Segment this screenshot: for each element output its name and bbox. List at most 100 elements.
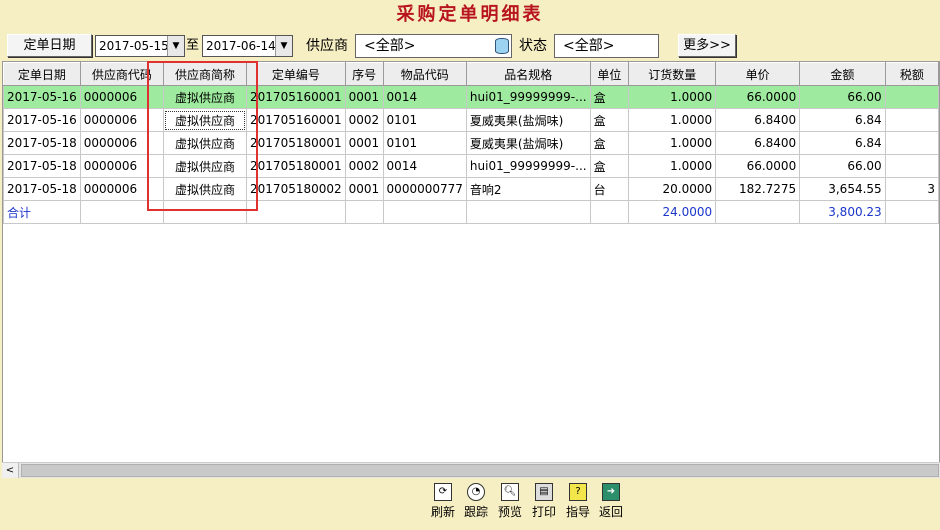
cell-unit[interactable]: 盒	[589, 154, 630, 178]
cell-supplier-name[interactable]: 虚拟供应商	[162, 131, 248, 155]
scroll-left-icon[interactable]: <	[2, 463, 19, 478]
back-button[interactable]: ➜ 返回	[595, 483, 627, 527]
cell-item-code[interactable]: 0000000777	[382, 177, 467, 201]
cell-item-code[interactable]: 0014	[382, 85, 467, 109]
cell-unit[interactable]: 盒	[589, 108, 630, 132]
date-field-button[interactable]: 定单日期	[7, 34, 92, 57]
col-header[interactable]: 定单日期	[3, 62, 81, 86]
cell-item-spec[interactable]: 夏威夷果(盐焗味)	[465, 131, 591, 155]
cell-qty[interactable]: 1.0000	[628, 154, 717, 178]
cell-supplier-code[interactable]: 0000006	[79, 131, 164, 155]
horizontal-scrollbar[interactable]: <	[2, 462, 940, 478]
cell-amount[interactable]: 3,654.55	[799, 177, 886, 201]
cell-amount[interactable]: 66.00	[799, 85, 886, 109]
cell-amount[interactable]: 6.84	[799, 131, 886, 155]
date-to-picker[interactable]: 2017-06-14 ▼	[202, 35, 293, 57]
cell-order-date[interactable]: 2017-05-18	[3, 177, 81, 201]
cell-supplier-name[interactable]: 虚拟供应商	[162, 154, 248, 178]
cell-tax[interactable]	[884, 108, 939, 132]
cell-seq[interactable]: 0002	[344, 154, 384, 178]
col-header[interactable]: 供应商简称	[162, 62, 248, 86]
cell-supplier-code[interactable]: 0000006	[79, 177, 164, 201]
cell-price[interactable]: 66.0000	[715, 154, 801, 178]
cell-item-code[interactable]: 0014	[382, 154, 467, 178]
cell-tax[interactable]	[884, 154, 939, 178]
status-input[interactable]: <全部>	[554, 34, 659, 58]
cell-supplier-name[interactable]: 虚拟供应商	[162, 108, 248, 132]
cell-seq[interactable]: 0001	[344, 131, 384, 155]
col-header[interactable]: 单价	[715, 62, 801, 86]
chevron-down-icon[interactable]: ▼	[275, 36, 292, 56]
cell-price[interactable]: 66.0000	[715, 85, 801, 109]
cell-order-no[interactable]: 201705160001	[246, 85, 346, 109]
cell-supplier-code[interactable]: 0000006	[79, 108, 164, 132]
total-quantity: 24.0000	[628, 200, 717, 224]
order-detail-grid[interactable]: 定单日期 供应商代码 供应商简称 定单编号 序号 物品代码 品名规格 单位 订货…	[2, 61, 940, 478]
col-header[interactable]: 订货数量	[628, 62, 717, 86]
cell-item-spec[interactable]: 音响2	[465, 177, 591, 201]
cell-qty[interactable]: 1.0000	[628, 108, 717, 132]
col-header[interactable]: 税额	[884, 62, 939, 86]
col-header[interactable]: 品名规格	[465, 62, 591, 86]
table-row[interactable]: 2017-05-18 0000006 虚拟供应商 201705180001 00…	[3, 154, 939, 178]
cell-qty[interactable]: 1.0000	[628, 131, 717, 155]
table-row[interactable]: 2017-05-16 0000006 虚拟供应商 201705160001 00…	[3, 85, 939, 109]
cell-seq[interactable]: 0001	[344, 85, 384, 109]
cell-order-no[interactable]: 201705180001	[246, 131, 346, 155]
col-header[interactable]: 定单编号	[246, 62, 346, 86]
cell-item-spec[interactable]: hui01_99999999-...	[465, 85, 591, 109]
cell-order-date[interactable]: 2017-05-16	[3, 108, 81, 132]
table-row[interactable]: 2017-05-16 0000006 虚拟供应商 201705160001 00…	[3, 108, 939, 132]
cell-amount[interactable]: 6.84	[799, 108, 886, 132]
print-button[interactable]: ▤ 打印	[528, 483, 560, 527]
cell-price[interactable]: 6.8400	[715, 131, 801, 155]
cell-unit[interactable]: 盒	[589, 131, 630, 155]
cell-tax[interactable]	[884, 131, 939, 155]
total-amount: 3,800.23	[799, 200, 886, 224]
cell-tax[interactable]: 3	[884, 177, 939, 201]
scroll-thumb[interactable]	[21, 464, 939, 477]
preview-button[interactable]: 🔍︎ 预览	[494, 483, 526, 527]
table-row[interactable]: 2017-05-18 0000006 虚拟供应商 201705180001 00…	[3, 131, 939, 155]
more-button[interactable]: 更多>>	[678, 34, 736, 57]
cell-supplier-name[interactable]: 虚拟供应商	[162, 85, 248, 109]
col-header[interactable]: 金额	[799, 62, 886, 86]
cell-supplier-code[interactable]: 0000006	[79, 85, 164, 109]
cell-unit[interactable]: 台	[589, 177, 630, 201]
cell-order-date[interactable]: 2017-05-18	[3, 154, 81, 178]
cell-order-date[interactable]: 2017-05-18	[3, 131, 81, 155]
cell-item-spec[interactable]: hui01_99999999-...	[465, 154, 591, 178]
table-row[interactable]: 2017-05-18 0000006 虚拟供应商 201705180002 00…	[3, 177, 939, 201]
empty-cell	[162, 200, 248, 224]
cell-seq[interactable]: 0002	[344, 108, 384, 132]
cell-supplier-code[interactable]: 0000006	[79, 154, 164, 178]
refresh-button[interactable]: ⟳ 刷新	[427, 483, 459, 527]
col-header[interactable]: 序号	[344, 62, 384, 86]
col-header[interactable]: 物品代码	[382, 62, 467, 86]
cell-qty[interactable]: 20.0000	[628, 177, 717, 201]
cell-order-date[interactable]: 2017-05-16	[3, 85, 81, 109]
cell-price[interactable]: 182.7275	[715, 177, 801, 201]
cell-item-code[interactable]: 0101	[382, 108, 467, 132]
cell-order-no[interactable]: 201705160001	[246, 108, 346, 132]
cell-supplier-name[interactable]: 虚拟供应商	[162, 177, 248, 201]
cell-item-spec[interactable]: 夏威夷果(盐焗味)	[465, 108, 591, 132]
cell-price[interactable]: 6.8400	[715, 108, 801, 132]
chevron-down-icon[interactable]: ▼	[167, 36, 184, 56]
database-icon[interactable]	[495, 38, 509, 54]
guide-button[interactable]: ? 指导	[562, 483, 594, 527]
cell-amount[interactable]: 66.00	[799, 154, 886, 178]
supplier-input[interactable]: <全部>	[355, 34, 512, 58]
empty-cell	[246, 200, 346, 224]
col-header[interactable]: 单位	[589, 62, 630, 86]
cell-seq[interactable]: 0001	[344, 177, 384, 201]
cell-order-no[interactable]: 201705180002	[246, 177, 346, 201]
cell-tax[interactable]	[884, 85, 939, 109]
cell-unit[interactable]: 盒	[589, 85, 630, 109]
cell-qty[interactable]: 1.0000	[628, 85, 717, 109]
track-button[interactable]: ◔ 跟踪	[460, 483, 492, 527]
date-from-picker[interactable]: 2017-05-15 ▼	[95, 35, 185, 57]
col-header[interactable]: 供应商代码	[79, 62, 164, 86]
cell-order-no[interactable]: 201705180001	[246, 154, 346, 178]
cell-item-code[interactable]: 0101	[382, 131, 467, 155]
